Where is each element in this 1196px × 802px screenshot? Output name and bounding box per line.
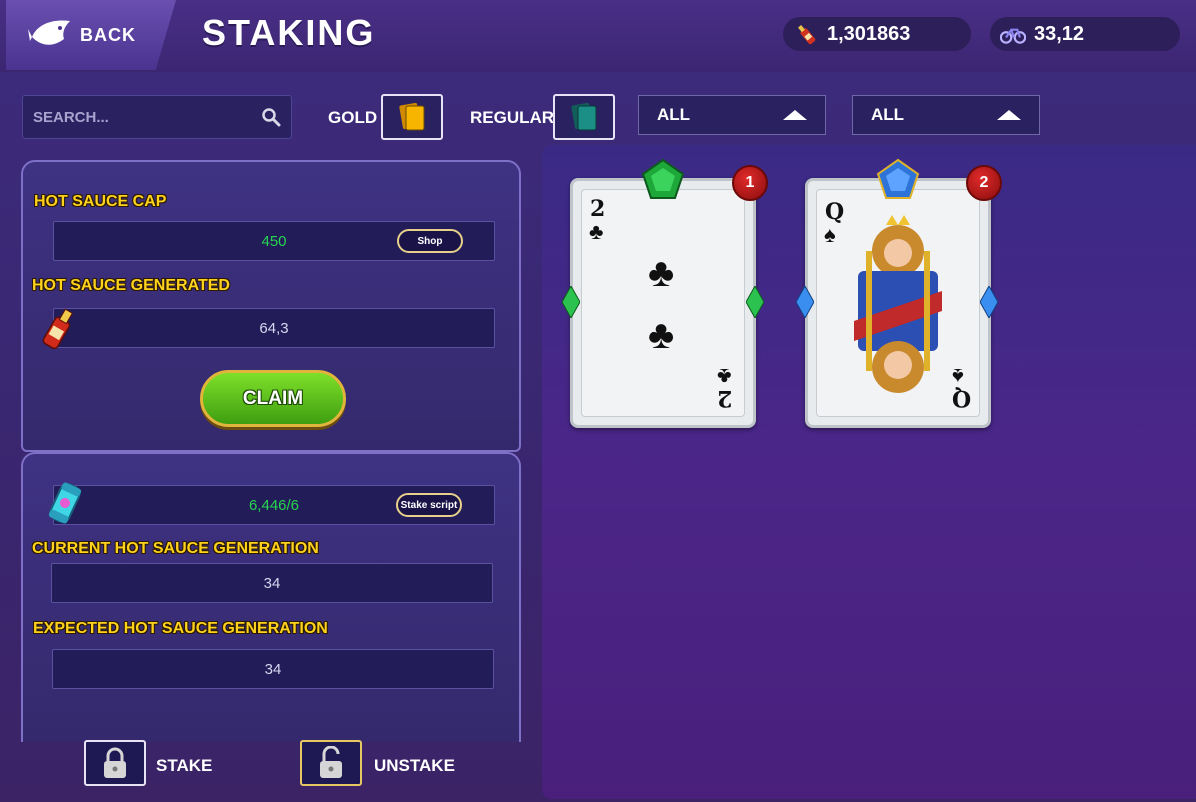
- emerald-gem-icon: [641, 158, 685, 199]
- triangle-up-icon: [997, 110, 1021, 120]
- filter-dropdown-2[interactable]: ALL: [852, 95, 1040, 135]
- card-suit-small-rotated: ♣: [717, 364, 732, 389]
- hot-sauce-cap-value: 450: [261, 232, 287, 250]
- unstake-label: UNSTAKE: [374, 756, 455, 775]
- filter-dropdown-1[interactable]: ALL: [638, 95, 826, 135]
- card-two-of-clubs[interactable]: 2 ♣ ♣ ♣ 2 ♣: [570, 178, 756, 428]
- potion-capsule-icon: [48, 482, 82, 524]
- search-icon[interactable]: [261, 107, 281, 127]
- gold-cards-icon: [399, 102, 425, 131]
- back-button[interactable]: BACK: [6, 0, 176, 70]
- queen-portrait-icon: [854, 215, 942, 393]
- hot-sauce-generated-value: 64,3: [259, 319, 289, 337]
- hot-sauce-bottle-icon: [42, 308, 74, 350]
- expected-generation-label: EXPECTED HOT SAUCE GENERATION: [33, 620, 328, 637]
- card-queen-of-spades[interactable]: Q ♠ Q ♠: [805, 178, 991, 428]
- sapphire-gem-icon: [876, 158, 920, 199]
- card-rank: 2: [590, 196, 606, 222]
- stake-label: STAKE: [156, 756, 213, 775]
- filter-dropdown-2-value: ALL: [871, 105, 905, 124]
- card-rank-rotated: 2: [717, 385, 733, 411]
- hot-sauce-generated-field: 64,3: [53, 308, 495, 348]
- card-rank: Q: [825, 199, 845, 225]
- lock-closed-icon: [104, 747, 126, 778]
- expected-generation-field: 34: [52, 649, 494, 689]
- hot-sauce-bottle-icon: [798, 25, 816, 45]
- bike-icon: [1000, 28, 1026, 44]
- shop-button[interactable]: Shop: [397, 229, 463, 253]
- bike-balance: 33,12: [990, 17, 1180, 51]
- back-label: BACK: [80, 24, 136, 45]
- unstake-button[interactable]: [300, 740, 362, 786]
- search-input[interactable]: [33, 108, 261, 126]
- regular-filter-label: REGULAR: [470, 108, 555, 127]
- page-title: STAKING: [202, 12, 376, 53]
- stake-script-value: 6,446/6: [248, 496, 300, 514]
- hot-sauce-balance: 1,301863: [783, 17, 971, 51]
- stake-button[interactable]: [84, 740, 146, 786]
- regular-filter-toggle[interactable]: [553, 94, 615, 140]
- side-gem-icon: [562, 286, 580, 318]
- regular-cards-icon: [571, 102, 597, 131]
- side-gem-icon: [796, 286, 814, 318]
- gold-filter-label: GOLD: [328, 108, 378, 127]
- hot-sauce-balance-value: 1,301863: [827, 22, 911, 45]
- card-rank-rotated: Q: [952, 385, 972, 411]
- current-generation-field: 34: [51, 563, 493, 603]
- hot-sauce-generated-label: HOT SAUCE GENERATED: [32, 277, 230, 294]
- card-count-badge: 1: [732, 165, 768, 201]
- bike-balance-value: 33,12: [1034, 22, 1085, 45]
- card-suit-pip: ♣: [648, 313, 675, 357]
- lock-open-icon: [320, 746, 342, 778]
- gold-filter-toggle[interactable]: [381, 94, 443, 140]
- card-suit-small-rotated: ♠: [952, 364, 964, 389]
- card-suit-small: ♣: [589, 219, 604, 244]
- fish-logo-icon: [28, 20, 70, 45]
- current-generation-label: CURRENT HOT SAUCE GENERATION: [32, 540, 319, 557]
- side-gem-icon: [980, 286, 998, 318]
- card-count-badge: 2: [966, 165, 1002, 201]
- stake-script-button[interactable]: Stake script: [396, 493, 462, 517]
- card-suit-small: ♠: [824, 222, 836, 247]
- side-gem-icon: [746, 286, 764, 318]
- current-generation-value: 34: [263, 574, 281, 592]
- expected-generation-value: 34: [264, 660, 282, 678]
- filter-dropdown-1-value: ALL: [657, 105, 691, 124]
- search-box[interactable]: [22, 95, 292, 139]
- triangle-up-icon: [783, 110, 807, 120]
- card-suit-pip: ♣: [648, 251, 675, 295]
- claim-button[interactable]: CLAIM: [200, 370, 346, 427]
- hot-sauce-cap-label: HOT SAUCE CAP: [34, 193, 167, 210]
